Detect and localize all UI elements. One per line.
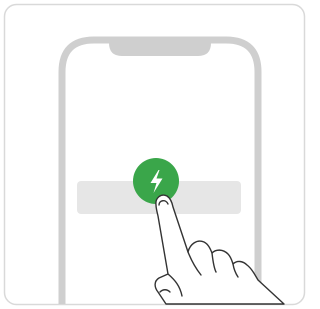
phone-notch [109,38,211,56]
action-button[interactable] [133,158,179,204]
tap-instruction-illustration [0,0,309,309]
